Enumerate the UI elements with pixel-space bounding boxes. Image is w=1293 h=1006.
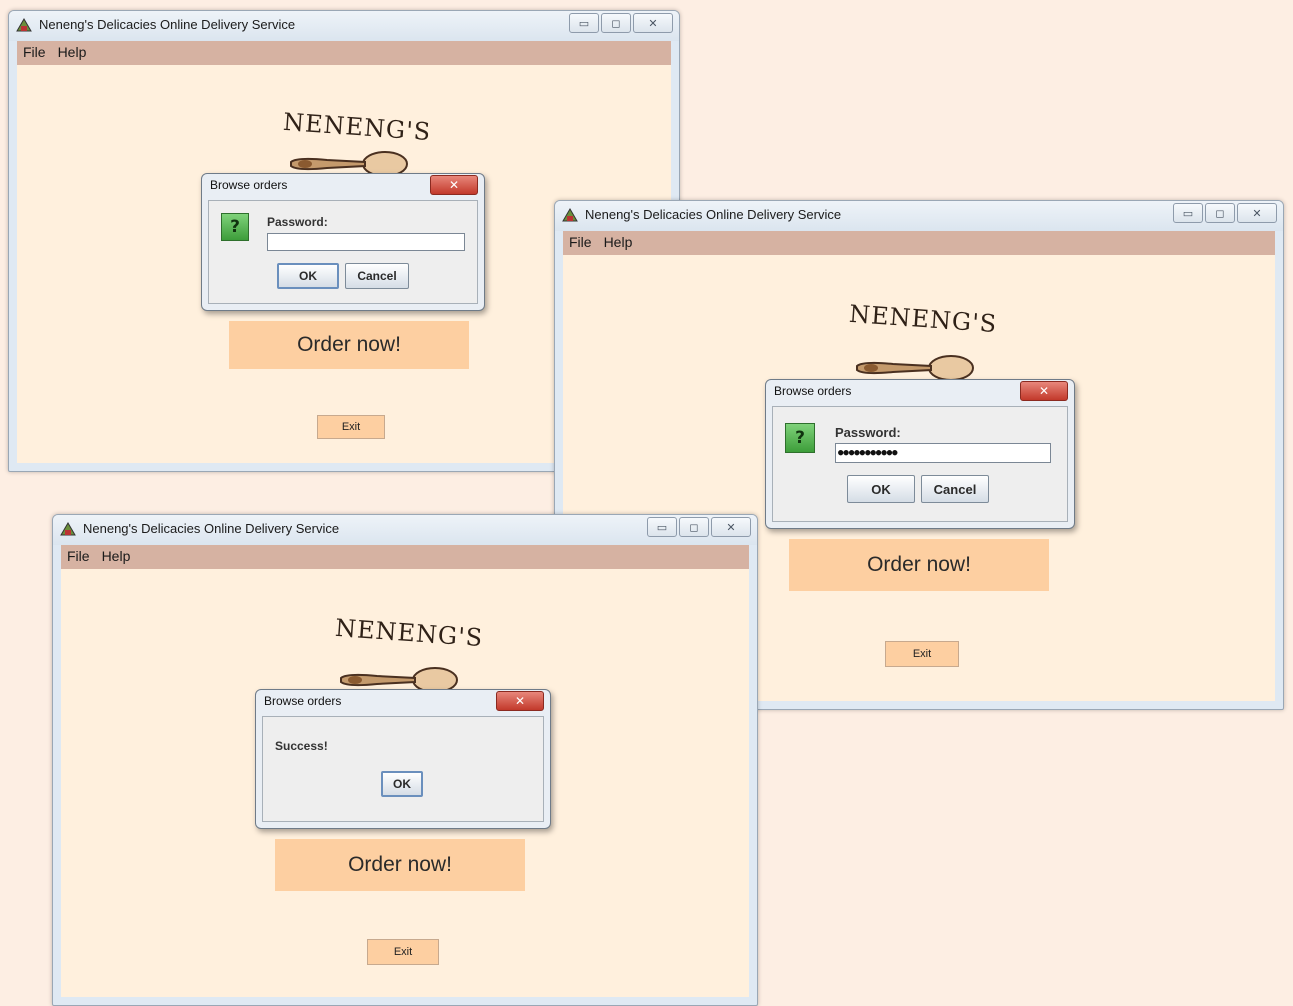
close-button[interactable]: ✕ [1237, 203, 1277, 223]
password-label: Password: [835, 425, 901, 440]
close-button[interactable]: ✕ [633, 13, 673, 33]
dialog-close-button[interactable]: ✕ [1020, 381, 1068, 401]
minimize-button[interactable]: ▭ [647, 517, 677, 537]
menu-file[interactable]: File [563, 231, 598, 250]
ok-button[interactable]: OK [277, 263, 339, 289]
dialog-close-button[interactable]: ✕ [496, 691, 544, 711]
dialog-title: Browse orders [210, 178, 288, 192]
password-dialog: Browse orders ✕ ? Password: ●●●●●●●●●●● … [765, 379, 1075, 529]
dialog-body: ? Password: OK Cancel [208, 200, 478, 304]
question-icon: ? [221, 213, 249, 241]
menu-file[interactable]: File [61, 545, 96, 564]
window-title: Neneng's Delicacies Online Delivery Serv… [83, 521, 340, 536]
app-window-3: Neneng's Delicacies Online Delivery Serv… [52, 514, 758, 1006]
dialog-body: Success! OK [262, 716, 544, 822]
cancel-button[interactable]: Cancel [345, 263, 409, 289]
dialog-title: Browse orders [774, 384, 852, 398]
window-title: Neneng's Delicacies Online Delivery Serv… [585, 207, 842, 222]
menu-bar: File Help [61, 545, 749, 569]
password-label: Password: [267, 215, 328, 229]
logo-text: NENENG'S [334, 613, 485, 653]
ok-button[interactable]: OK [847, 475, 915, 503]
app-icon [562, 208, 578, 222]
menu-help[interactable]: Help [598, 231, 639, 250]
exit-button[interactable]: Exit [317, 415, 385, 439]
maximize-button[interactable]: ◻ [601, 13, 631, 33]
order-now-button[interactable]: Order now! [789, 539, 1049, 591]
window-title: Neneng's Delicacies Online Delivery Serv… [39, 17, 296, 32]
menu-bar: File Help [563, 231, 1275, 255]
maximize-button[interactable]: ◻ [679, 517, 709, 537]
title-bar[interactable]: Neneng's Delicacies Online Delivery Serv… [555, 201, 1283, 231]
password-input[interactable]: ●●●●●●●●●●● [835, 443, 1051, 463]
success-dialog: Browse orders ✕ Success! OK [255, 689, 551, 829]
menu-help[interactable]: Help [96, 545, 137, 564]
dialog-title: Browse orders [264, 694, 342, 708]
success-message: Success! [275, 739, 328, 753]
exit-button[interactable]: Exit [367, 939, 439, 965]
ok-button[interactable]: OK [381, 771, 423, 797]
exit-button[interactable]: Exit [885, 641, 959, 667]
app-icon [60, 522, 76, 536]
password-dialog: Browse orders ✕ ? Password: OK Cancel [201, 173, 485, 311]
menu-file[interactable]: File [17, 41, 52, 60]
minimize-button[interactable]: ▭ [569, 13, 599, 33]
maximize-button[interactable]: ◻ [1205, 203, 1235, 223]
dialog-close-button[interactable]: ✕ [430, 175, 478, 195]
password-input[interactable] [267, 233, 465, 251]
dialog-body: ? Password: ●●●●●●●●●●● OK Cancel [772, 406, 1068, 522]
order-now-button[interactable]: Order now! [275, 839, 525, 891]
question-icon: ? [785, 423, 815, 453]
order-now-button[interactable]: Order now! [229, 321, 469, 369]
title-bar[interactable]: Neneng's Delicacies Online Delivery Serv… [53, 515, 757, 545]
title-bar[interactable]: Neneng's Delicacies Online Delivery Serv… [9, 11, 679, 41]
logo-text: NENENG'S [282, 107, 433, 147]
logo-text: NENENG'S [848, 299, 999, 339]
menu-help[interactable]: Help [52, 41, 93, 60]
app-icon [16, 18, 32, 32]
cancel-button[interactable]: Cancel [921, 475, 989, 503]
minimize-button[interactable]: ▭ [1173, 203, 1203, 223]
close-button[interactable]: ✕ [711, 517, 751, 537]
menu-bar: File Help [17, 41, 671, 65]
